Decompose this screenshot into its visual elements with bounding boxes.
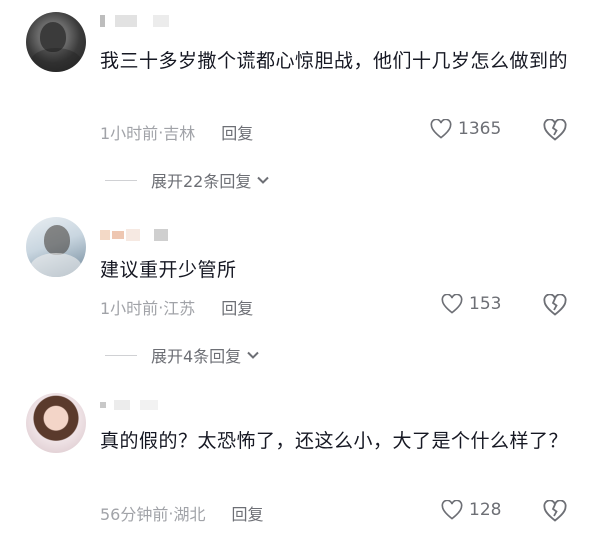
expand-replies-label: 展开22条回复 xyxy=(151,172,252,191)
like-button[interactable]: 1365 xyxy=(430,119,501,139)
comment-meta: 1小时前 · 江苏 回复 xyxy=(100,295,253,319)
comment-location: 湖北 xyxy=(173,505,206,524)
comment-time: 56分钟前 xyxy=(100,505,169,524)
dislike-button[interactable] xyxy=(543,118,567,145)
comment-text: 我三十多岁撒个谎都心惊胆战，他们十几岁怎么做到的 xyxy=(100,50,569,72)
heart-outline-icon xyxy=(430,119,452,139)
avatar[interactable] xyxy=(26,217,86,277)
broken-heart-icon xyxy=(543,293,567,316)
chevron-down-icon xyxy=(247,351,259,359)
comment-location: 吉林 xyxy=(163,124,196,143)
expand-replies-button[interactable]: 展开4条回复 xyxy=(105,343,261,367)
username-blurred[interactable] xyxy=(100,228,168,242)
comment-meta: 56分钟前 · 湖北 回复 xyxy=(100,501,264,525)
comment-time: 1小时前 xyxy=(100,124,159,143)
reply-button[interactable]: 回复 xyxy=(231,501,263,525)
expand-replies-button[interactable]: 展开22条回复 xyxy=(105,168,271,192)
expand-replies-label: 展开4条回复 xyxy=(151,347,242,366)
divider-line xyxy=(105,354,137,356)
reply-button[interactable]: 回复 xyxy=(221,295,253,319)
username-blurred[interactable] xyxy=(100,398,158,412)
dislike-button[interactable] xyxy=(543,499,567,526)
broken-heart-icon xyxy=(543,499,567,522)
chevron-down-icon xyxy=(257,176,270,184)
comment-item: 我三十多岁撒个谎都心惊胆战，他们十几岁怎么做到的 1小时前 · 吉林 回复 13… xyxy=(0,0,600,200)
like-count: 1365 xyxy=(458,119,502,139)
heart-outline-icon xyxy=(441,294,463,314)
like-button[interactable]: 153 xyxy=(441,294,501,314)
comment-item: 真的假的？太恐怖了，还这么小，大了是个什么样了？ 56分钟前 · 湖北 回复 1… xyxy=(0,370,600,545)
avatar[interactable] xyxy=(26,393,86,453)
dislike-button[interactable] xyxy=(543,293,567,320)
comment-meta: 1小时前 · 吉林 回复 xyxy=(100,120,253,144)
comment-location: 江苏 xyxy=(163,299,196,318)
avatar[interactable] xyxy=(26,12,86,72)
like-count: 128 xyxy=(469,500,502,520)
divider-line xyxy=(105,179,137,181)
comment-text: 建议重开少管所 xyxy=(100,259,237,281)
like-count: 153 xyxy=(469,294,502,314)
heart-outline-icon xyxy=(441,500,463,520)
username-blurred[interactable] xyxy=(100,14,169,28)
reply-button[interactable]: 回复 xyxy=(221,120,253,144)
comment-item: 建议重开少管所 1小时前 · 江苏 回复 153 展开4条回复 xyxy=(0,200,600,370)
like-button[interactable]: 128 xyxy=(441,500,501,520)
comment-time: 1小时前 xyxy=(100,299,159,318)
comment-text: 真的假的？太恐怖了，还这么小，大了是个什么样了？ xyxy=(100,430,569,452)
broken-heart-icon xyxy=(543,118,567,141)
